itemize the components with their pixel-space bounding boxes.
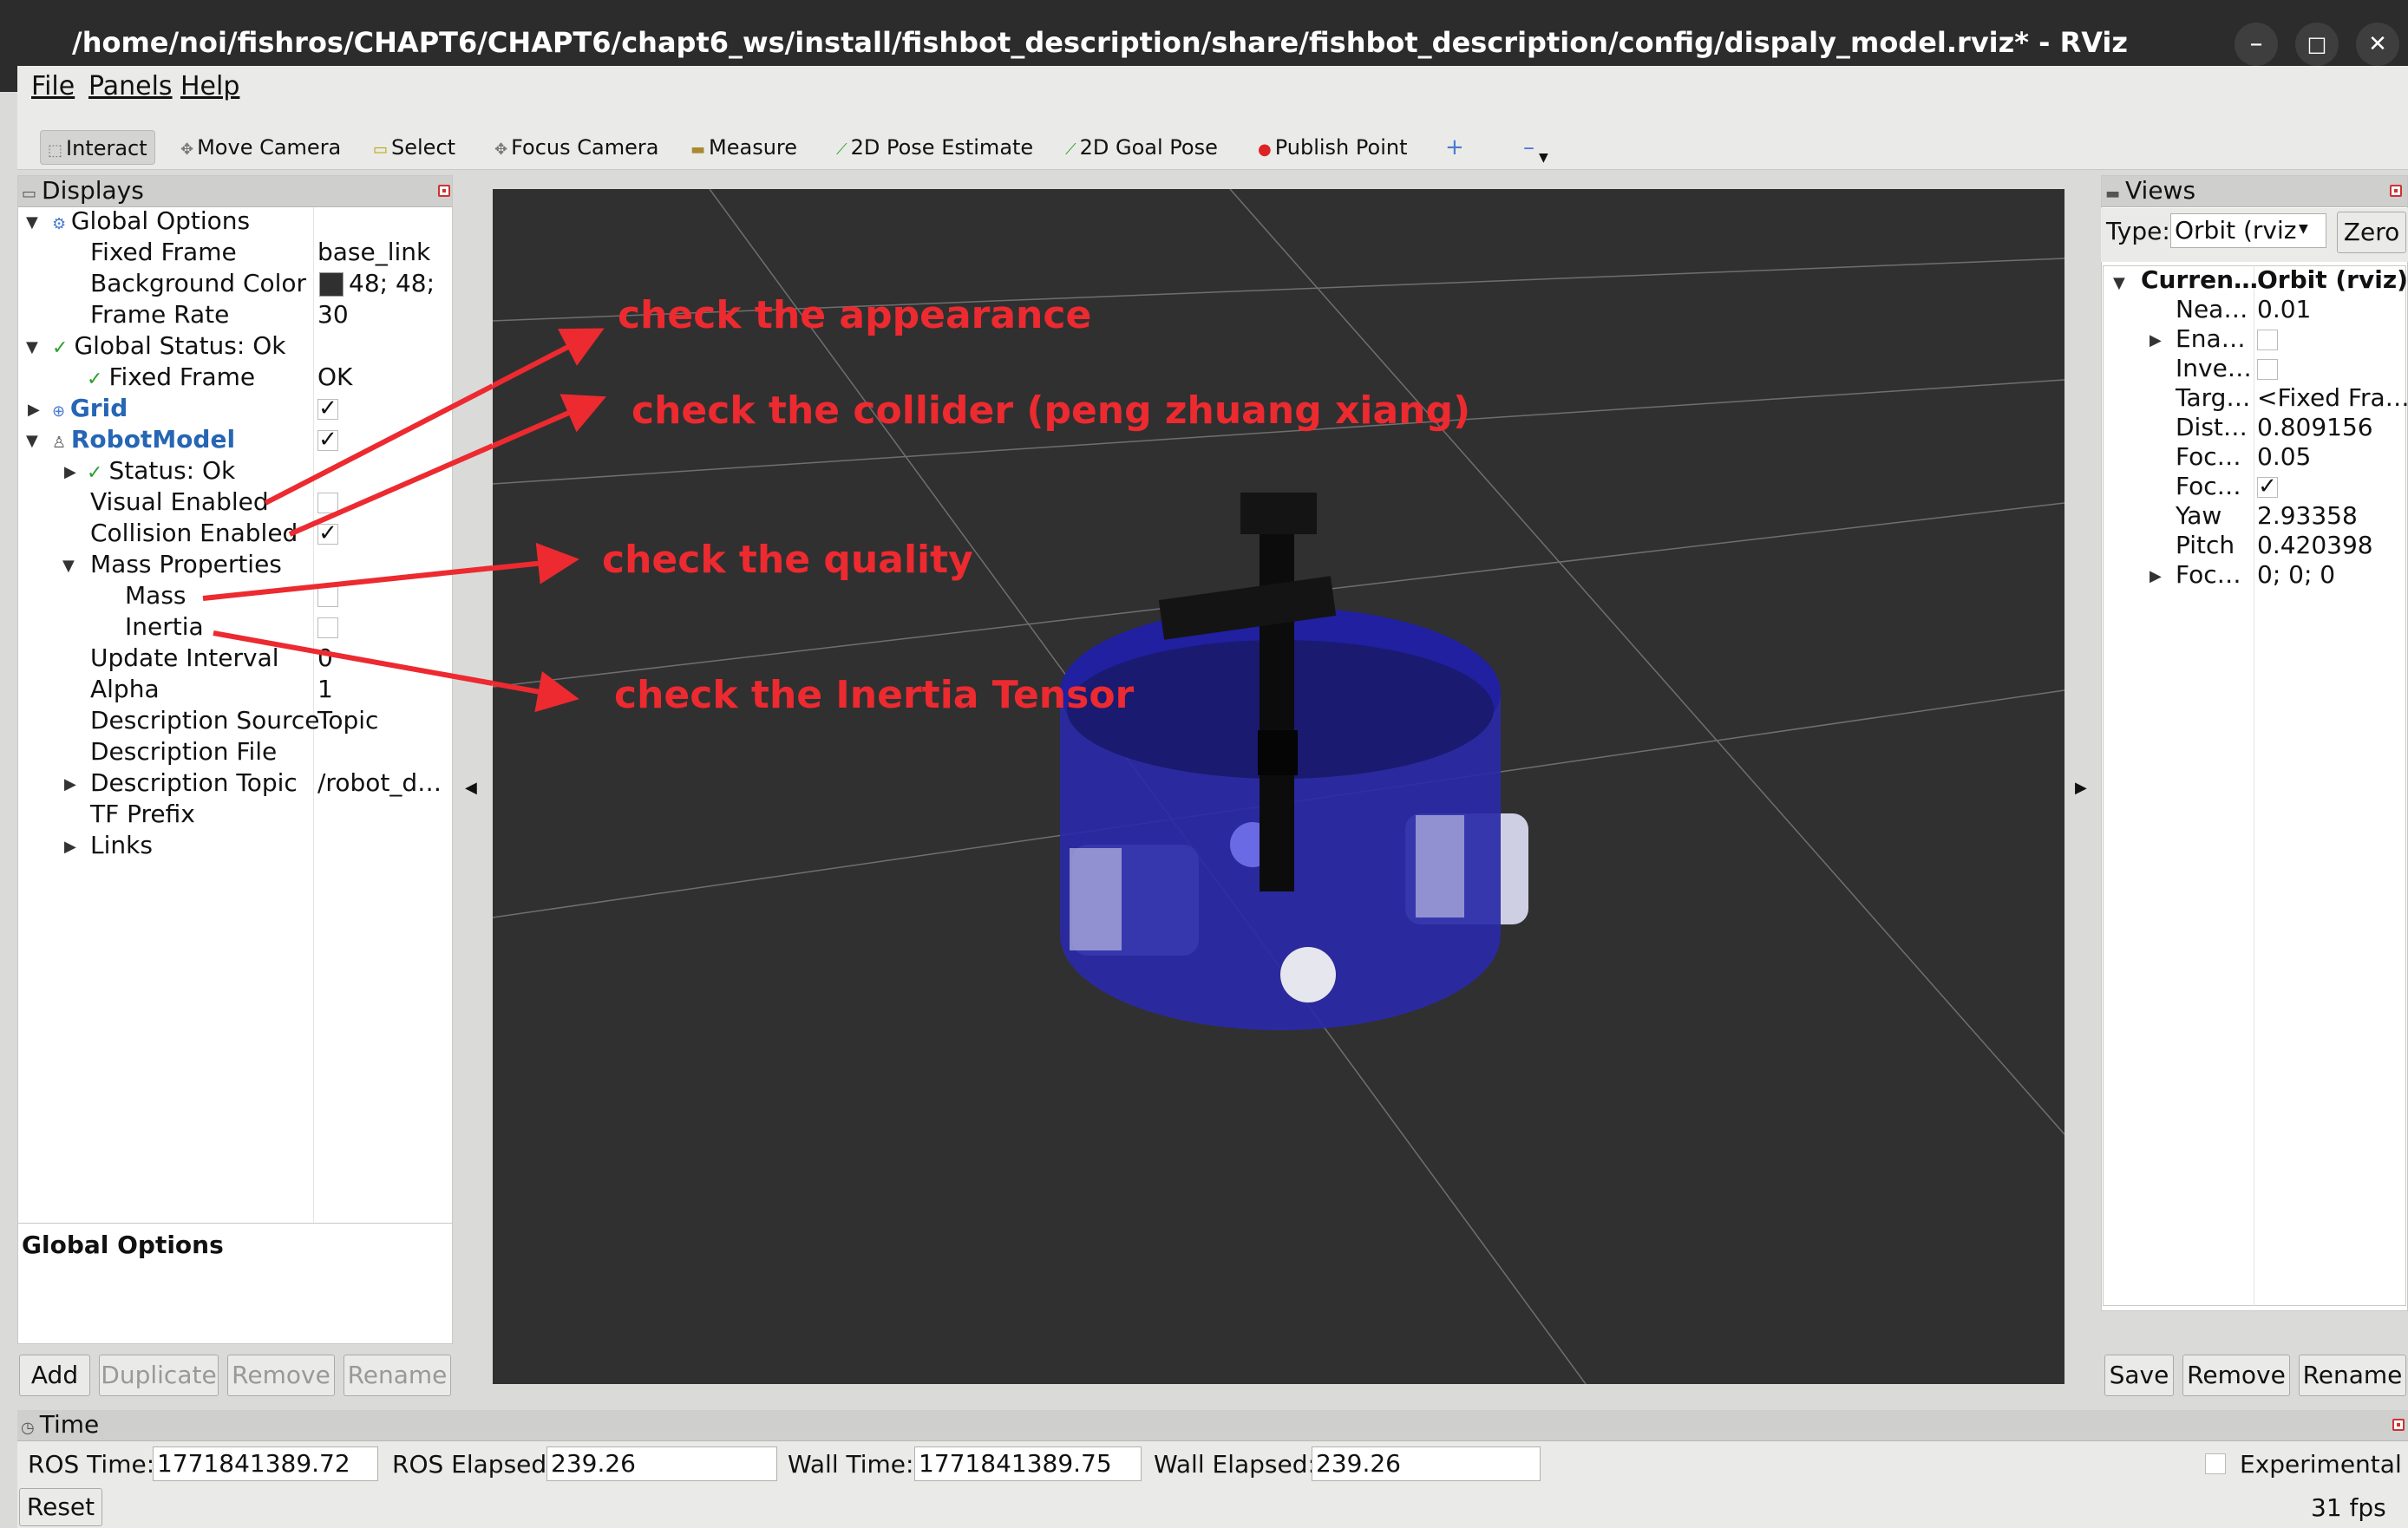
wall-elapsed-field[interactable]: 239.26 [1312, 1446, 1541, 1481]
annotation-arrow-overlay-lines [202, 383, 494, 686]
wall-time-field[interactable]: 1771841389.75 [914, 1446, 1142, 1481]
collapsed-arrow-icon[interactable]: ▶ [2150, 331, 2162, 349]
views-invert-checkbox[interactable] [2257, 359, 2278, 380]
annotation-quality: check the quality [602, 538, 973, 582]
views-enable-checkbox[interactable] [2257, 330, 2278, 350]
collapse-right-icon[interactable]: ▶ [2075, 779, 2087, 797]
views-focal-point-value[interactable]: 0; 0; 0 [2257, 560, 2335, 591]
time-title: Time [39, 1410, 100, 1439]
views-current-value[interactable]: Orbit (rviz) [2257, 265, 2408, 297]
views-focal-shape-label[interactable]: Foc… [2176, 472, 2241, 503]
chevron-down-icon[interactable]: ▼ [2299, 222, 2308, 236]
arrow-collider-tail [288, 443, 494, 537]
annotation-inertia: check the Inertia Tensor [614, 673, 1135, 717]
views-current-label[interactable]: Curren… [2141, 265, 2258, 297]
views-focal-size-label[interactable]: Foc… [2176, 442, 2241, 473]
views-focal-size-value[interactable]: 0.05 [2257, 442, 2311, 473]
time-header: ◷ Time [17, 1410, 2408, 1441]
views-near-label[interactable]: Nea… [2176, 295, 2248, 326]
reset-button[interactable]: Reset [19, 1488, 102, 1526]
time-close-icon[interactable] [2392, 1419, 2405, 1431]
camera-icon: ▬ [2105, 185, 2121, 203]
annotation-arrows-overlay [202, 383, 494, 686]
views-type-value: Orbit (rviz [2175, 216, 2297, 245]
experimental-checkbox[interactable] [2205, 1453, 2226, 1474]
clock-icon: ◷ [21, 1419, 35, 1437]
experimental-label: Experimental [2240, 1450, 2402, 1479]
wall-time-label: Wall Time: [788, 1450, 914, 1479]
views-yaw-label[interactable]: Yaw [2176, 501, 2222, 532]
views-invert-label[interactable]: Inve… [2176, 354, 2252, 385]
fps-counter: 31 fps [2311, 1493, 2386, 1522]
views-save-button[interactable]: Save [2104, 1355, 2174, 1396]
wall-elapsed-label: Wall Elapsed: [1154, 1450, 1316, 1479]
views-distance-label[interactable]: Dist… [2176, 413, 2248, 444]
views-close-icon[interactable] [2390, 185, 2402, 197]
views-near-value[interactable]: 0.01 [2257, 295, 2311, 326]
ros-time-label: ROS Time: [28, 1450, 155, 1479]
zero-button[interactable]: Zero [2337, 212, 2406, 253]
annotation-appearance: check the appearance [618, 293, 1092, 337]
views-header: ▬ Views [2102, 176, 2407, 207]
ros-time-field[interactable]: 1771841389.72 [153, 1446, 378, 1481]
views-yaw-value[interactable]: 2.93358 [2257, 501, 2358, 532]
collapsed-arrow-icon[interactable]: ▶ [2150, 567, 2162, 585]
views-enable-label[interactable]: Ena… [2176, 324, 2246, 356]
views-pitch-label[interactable]: Pitch [2176, 531, 2235, 562]
views-distance-value[interactable]: 0.809156 [2257, 413, 2373, 444]
views-title: Views [2125, 176, 2196, 205]
views-focal-point-label[interactable]: Foc… [2176, 560, 2241, 591]
views-remove-button[interactable]: Remove [2182, 1355, 2290, 1396]
views-target-label[interactable]: Targ… [2176, 383, 2250, 415]
expand-arrow-icon[interactable]: ▼ [2113, 274, 2125, 292]
annotation-collider: check the collider (peng zhuang xiang) [631, 389, 1471, 433]
views-rename-button[interactable]: Rename [2299, 1355, 2406, 1396]
arrow-inertia-tail [213, 630, 494, 686]
arrow-quality-tail [202, 565, 494, 601]
views-target-value[interactable]: <Fixed Fra… [2257, 383, 2408, 415]
ros-elapsed-field[interactable]: 239.26 [546, 1446, 777, 1481]
views-focal-shape-checkbox[interactable]: ✓ [2257, 475, 2278, 498]
views-pitch-value[interactable]: 0.420398 [2257, 531, 2373, 562]
arrow-appearance-tail [264, 383, 494, 506]
views-type-label: Type: [2106, 217, 2170, 245]
ros-elapsed-label: ROS Elapsed: [392, 1450, 555, 1479]
